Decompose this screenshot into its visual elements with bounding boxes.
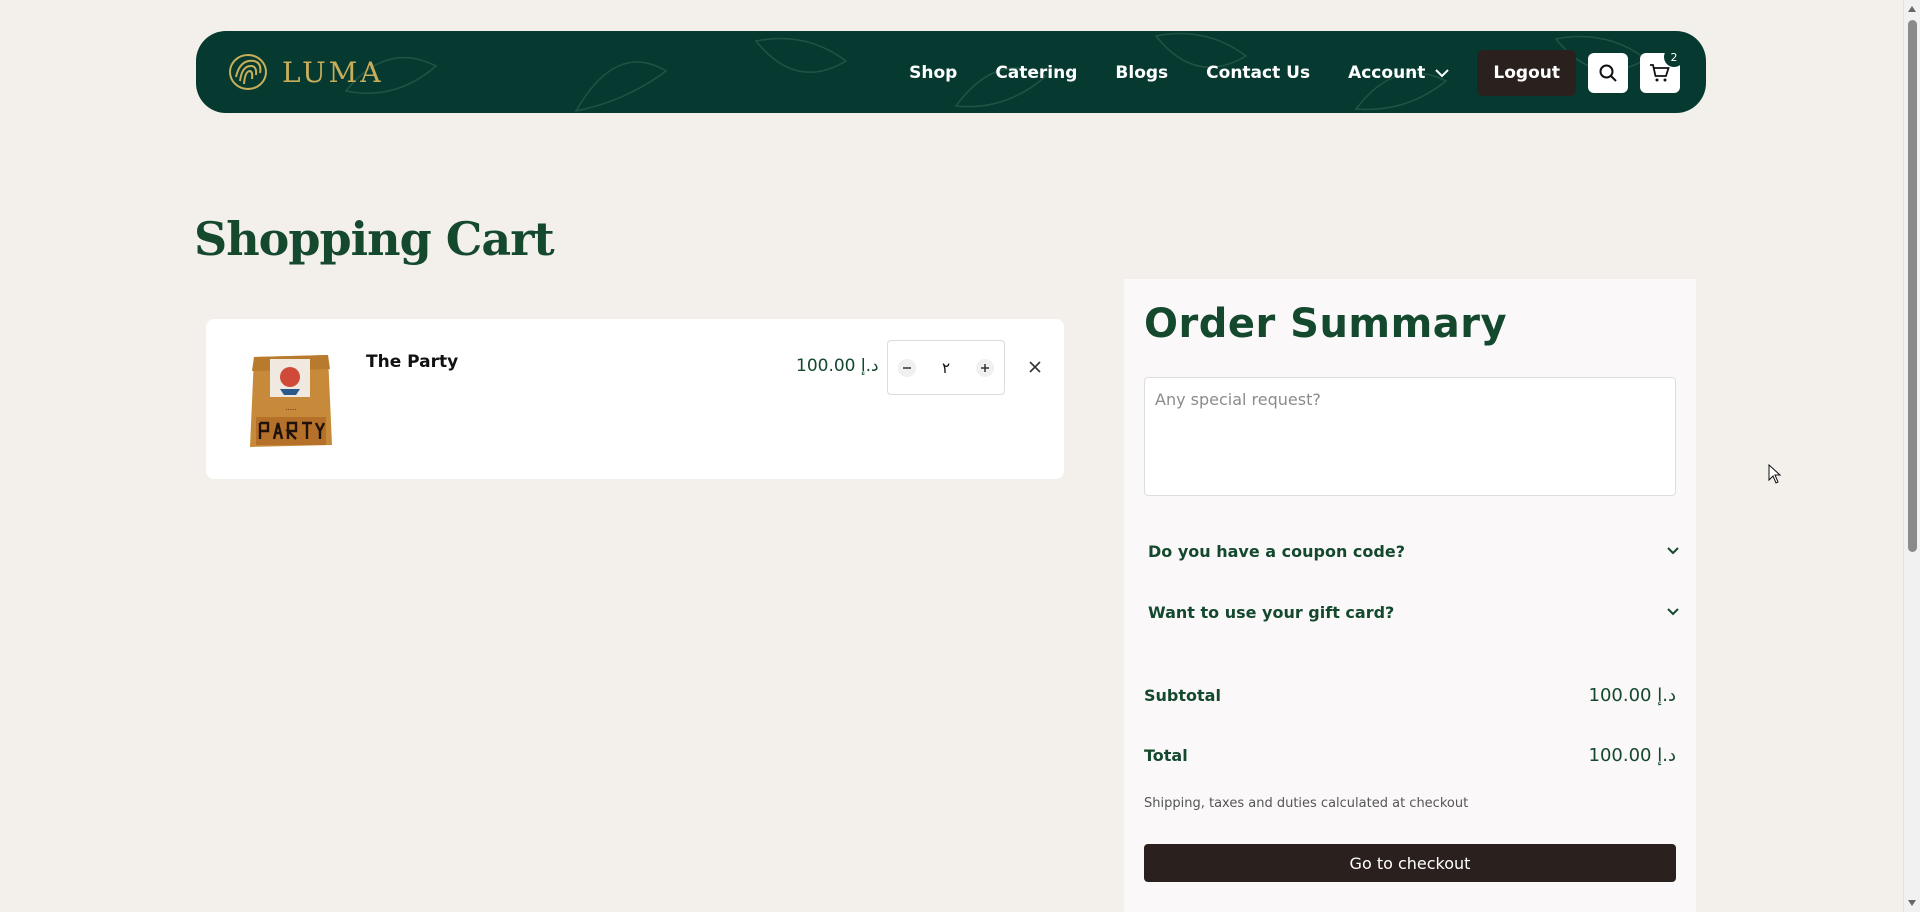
brand-name: LUMA <box>282 55 384 89</box>
cart-item-card: ····· The Party 100.00 د.إ ٢ <box>206 319 1064 479</box>
mouse-cursor-icon <box>1768 464 1782 484</box>
gift-card-accordion[interactable]: Want to use your gift card? <box>1148 597 1680 627</box>
nav-account-label: Account <box>1348 63 1426 83</box>
shipping-note: Shipping, taxes and duties calculated at… <box>1144 796 1469 811</box>
cart-count-badge: 2 <box>1664 47 1684 67</box>
quantity-stepper: ٢ <box>887 340 1005 395</box>
search-icon <box>1599 64 1617 82</box>
svg-text:·····: ····· <box>285 406 296 414</box>
gift-card-label: Want to use your gift card? <box>1148 602 1395 622</box>
remove-item-button[interactable] <box>1026 358 1044 376</box>
nav-contact[interactable]: Contact Us <box>1206 63 1310 83</box>
total-row: Total 100.00 د.إ <box>1144 745 1676 766</box>
nav-account[interactable]: Account <box>1348 63 1450 83</box>
chevron-down-icon <box>1435 69 1450 78</box>
plus-icon <box>981 363 989 372</box>
coupon-code-label: Do you have a coupon code? <box>1148 541 1405 561</box>
main-nav: Shop Catering Blogs Contact Us Account L… <box>909 47 1684 96</box>
special-request-input[interactable] <box>1144 377 1676 496</box>
cart-button[interactable]: 2 <box>1640 47 1684 93</box>
decrease-quantity-button[interactable] <box>898 358 916 377</box>
chevron-down-icon <box>1667 547 1679 555</box>
coupon-code-accordion[interactable]: Do you have a coupon code? <box>1148 536 1680 566</box>
checkout-button[interactable]: Go to checkout <box>1144 844 1676 882</box>
order-summary-title: Order Summary <box>1144 301 1508 347</box>
product-name[interactable]: The Party <box>366 352 458 372</box>
page-scrollbar[interactable] <box>1903 0 1920 912</box>
increase-quantity-button[interactable] <box>976 358 994 377</box>
cart-icon <box>1650 64 1670 82</box>
nav-shop[interactable]: Shop <box>909 63 957 83</box>
fingerprint-logo-icon <box>229 54 267 90</box>
item-price: 100.00 د.إ <box>796 356 879 376</box>
site-header: LUMA Shop Catering Blogs Contact Us Acco… <box>196 31 1706 113</box>
brand-logo[interactable]: LUMA <box>226 51 384 93</box>
close-icon <box>1029 361 1041 373</box>
quantity-value[interactable]: ٢ <box>942 359 950 377</box>
nav-catering[interactable]: Catering <box>995 63 1077 83</box>
logout-button[interactable]: Logout <box>1477 50 1576 96</box>
scroll-down-arrow-icon[interactable] <box>1908 900 1916 906</box>
subtotal-value: 100.00 د.إ <box>1588 685 1676 706</box>
search-button[interactable] <box>1588 53 1628 93</box>
chevron-down-icon <box>1667 608 1679 616</box>
scroll-thumb[interactable] <box>1908 20 1917 552</box>
subtotal-row: Subtotal 100.00 د.إ <box>1144 685 1676 706</box>
nav-blogs[interactable]: Blogs <box>1115 63 1168 83</box>
scroll-up-arrow-icon[interactable] <box>1908 6 1916 12</box>
minus-icon <box>903 366 911 369</box>
product-image[interactable]: ····· <box>246 349 336 449</box>
total-label: Total <box>1144 746 1188 765</box>
page-title: Shopping Cart <box>194 212 555 266</box>
subtotal-label: Subtotal <box>1144 686 1221 705</box>
order-summary-panel: Order Summary Do you have a coupon code?… <box>1124 279 1696 912</box>
total-value: 100.00 د.إ <box>1588 745 1676 766</box>
